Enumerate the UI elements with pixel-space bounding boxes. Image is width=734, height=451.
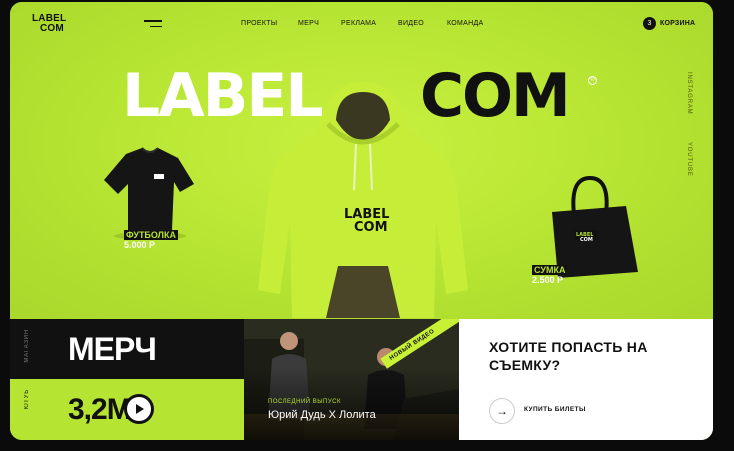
product-label-tshirt[interactable]: ФУТБОЛКА 5.000 Р — [124, 230, 178, 250]
logo-line2: COM — [40, 23, 64, 34]
play-icon[interactable] — [127, 397, 151, 421]
cart-link[interactable]: КОРЗИНА — [660, 20, 695, 27]
svg-text:COM: COM — [580, 237, 593, 243]
nav-item-team[interactable]: КОМАНДА — [447, 20, 484, 27]
registered-mark: ® — [588, 76, 597, 85]
buy-tickets-button[interactable]: КУПИТЬ БИЛЕТЫ — [524, 406, 586, 413]
menu-icon[interactable] — [144, 20, 162, 28]
nav-item-video[interactable]: ВИДЕО — [398, 20, 424, 27]
hoodie-image[interactable]: LABEL COM — [258, 80, 468, 320]
cta-title: ХОТИТЕ ПОПАСТЬ НА СЪЕМКУ? — [489, 339, 648, 373]
subscriber-count: 3,2M — [68, 393, 132, 426]
youtube-stat-panel: ЮТУБ 3,2M — [10, 379, 244, 440]
youtube-label: ЮТУБ — [24, 389, 30, 410]
merch-title: МЕРЧ — [68, 331, 157, 367]
latest-episode-card[interactable]: НОВЫЙ ВИДЕО ПОСЛЕДНИЙ ВЫПУСК Юрий Дудь X… — [244, 319, 459, 440]
hoodie-print-line2: COM — [354, 220, 388, 235]
social-link-instagram[interactable]: INSTAGRAM — [686, 72, 692, 114]
product-price-tshirt: 5.000 Р — [124, 240, 156, 250]
logo[interactable]: LABEL COM — [32, 14, 66, 34]
nav-item-projects[interactable]: ПРОЕКТЫ — [241, 20, 277, 27]
product-label-bag[interactable]: СУМКА 2.500 Р — [532, 265, 568, 285]
episode-caption: ПОСЛЕДНИЙ ВЫПУСК — [268, 399, 342, 405]
cart-count-badge[interactable]: 3 — [643, 17, 656, 30]
nav-item-ads[interactable]: РЕКЛАМА — [341, 20, 376, 27]
nav-item-merch[interactable]: МЕРЧ — [298, 20, 319, 27]
product-name-tshirt: ФУТБОЛКА — [124, 230, 178, 240]
merch-panel[interactable]: МАГАЗИН МЕРЧ — [10, 319, 244, 379]
hero-section: LABEL COM ПРОЕКТЫ МЕРЧ РЕКЛАМА ВИДЕО КОМ… — [10, 2, 713, 319]
social-link-youtube[interactable]: YOUTUBE — [686, 142, 692, 177]
tshirt-image[interactable] — [98, 144, 198, 239]
bottom-section: МАГАЗИН МЕРЧ ЮТУБ 3,2M НОВЫЙ ВИДЕО ПОСЛЕ… — [10, 319, 713, 440]
merch-section-label: МАГАЗИН — [24, 329, 30, 363]
product-name-bag: СУМКА — [532, 265, 568, 275]
booking-panel: ХОТИТЕ ПОПАСТЬ НА СЪЕМКУ? → КУПИТЬ БИЛЕТ… — [459, 319, 713, 440]
arrow-right-icon[interactable]: → — [489, 398, 515, 424]
episode-title: Юрий Дудь X Лолита — [268, 409, 376, 421]
product-price-bag: 2.500 Р — [532, 275, 564, 285]
landing-page: LABEL COM ПРОЕКТЫ МЕРЧ РЕКЛАМА ВИДЕО КОМ… — [10, 2, 713, 440]
